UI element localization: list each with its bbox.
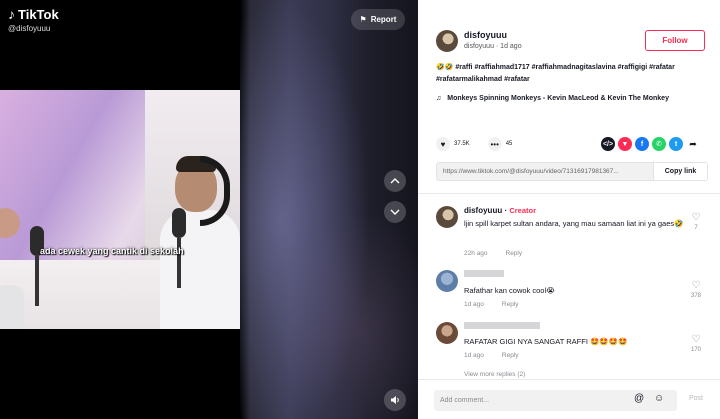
comment-time: 1d ago <box>464 352 484 359</box>
comment-like-count: 7 <box>694 225 698 231</box>
like-button[interactable]: ♥ <box>436 137 450 151</box>
music-title: Monkeys Spinning Monkeys - Kevin MacLeod… <box>447 95 669 102</box>
facebook-icon[interactable]: f <box>635 137 649 151</box>
brand-name: TikTok <box>18 6 59 22</box>
heart-outline-icon: ♡ <box>691 212 701 223</box>
view-more-replies[interactable]: View more replies (2) <box>464 371 525 378</box>
reply-link[interactable]: Reply <box>502 301 519 308</box>
comment-time: 22h ago <box>464 250 488 257</box>
next-video-button[interactable] <box>384 201 406 223</box>
flag-icon: ⚑ <box>359 15 367 24</box>
comment-icon: ••• <box>490 139 499 149</box>
report-label: Report <box>370 15 397 24</box>
mic-stand-left <box>35 256 39 306</box>
follow-button[interactable]: Follow <box>645 30 705 51</box>
microphone-right <box>172 208 186 238</box>
comment-like-count: 378 <box>690 293 701 299</box>
comment-item: Rafathar kan cowok cool😭 1d ago Reply ♡ … <box>436 270 708 312</box>
comment-meta: 1d ago Reply <box>464 301 519 308</box>
comment-count: 45 <box>505 141 513 147</box>
mention-icon[interactable]: @ <box>634 393 644 404</box>
video-url[interactable]: https://www.tiktok.com/@disfoyuuu/video/… <box>437 168 653 175</box>
commenter-username: disfoyuuu <box>464 206 503 215</box>
comment-time: 1d ago <box>464 301 484 308</box>
video-child-head <box>0 208 20 238</box>
like-count: 37.5K <box>454 141 470 147</box>
forward-icon[interactable]: ➦ <box>686 137 700 151</box>
tiktok-video-page: ♪ TikTok @disfoyuuu ada cewek yang canti… <box>0 0 720 419</box>
video-child-body <box>0 285 24 329</box>
comment-text: Rafathar kan cowok cool😭 <box>464 286 555 295</box>
tiktok-note-icon: ♪ <box>8 6 15 22</box>
video-info-panel: disfoyuuu disfoyuuu · 1d ago Follow 🤣🤣 #… <box>418 0 720 419</box>
share-buttons: </> ▼ f ✆ t ➦ <box>601 137 700 151</box>
report-button[interactable]: ⚑ Report <box>351 9 405 30</box>
heart-icon: ♥ <box>440 139 446 149</box>
music-link[interactable]: ♫ Monkeys Spinning Monkeys - Kevin MacLe… <box>436 93 708 105</box>
chevron-down-icon <box>390 209 400 215</box>
tiktok-logo[interactable]: ♪ TikTok <box>8 6 59 22</box>
comment-like[interactable]: ♡ 170 <box>684 334 708 353</box>
heart-outline-icon: ♡ <box>691 280 701 291</box>
video-link-box: https://www.tiktok.com/@disfoyuuu/video/… <box>436 162 708 181</box>
video-description: 🤣🤣 #raffi #raffiahmad1717 #raffiahmadnag… <box>436 64 675 83</box>
comment-composer: Add comment... @ ☺ Post <box>418 379 720 419</box>
twitter-icon[interactable]: t <box>669 137 683 151</box>
video-player[interactable]: ♪ TikTok @disfoyuuu ada cewek yang canti… <box>0 0 418 419</box>
comment-meta: 1d ago Reply <box>464 352 519 359</box>
commenter-name[interactable]: disfoyuuu · Creator <box>464 206 536 215</box>
music-note-icon: ♫ <box>436 95 442 102</box>
commenter-avatar[interactable] <box>436 206 458 228</box>
comment-item: RAFATAR GIGI NYA SANGAT RAFFI 🤩🤩🤩🤩 1d ag… <box>436 322 708 366</box>
author-avatar[interactable] <box>436 30 458 52</box>
video-frame: ada cewek yang cantik di sekolah <box>0 90 240 329</box>
heart-outline-icon: ♡ <box>691 334 701 345</box>
comment-like[interactable]: ♡ 378 <box>684 280 708 299</box>
post-button[interactable]: Post <box>689 395 703 402</box>
reply-link[interactable]: Reply <box>506 250 523 257</box>
comment-text: RAFATAR GIGI NYA SANGAT RAFFI 🤩🤩🤩🤩 <box>464 337 628 346</box>
comment-like-count: 170 <box>690 347 701 353</box>
comment-button[interactable]: ••• <box>487 137 502 151</box>
section-divider <box>418 193 720 194</box>
author-subtitle: disfoyuuu · 1d ago <box>464 43 522 50</box>
author-username[interactable]: disfoyuuu <box>464 30 507 40</box>
reply-link[interactable]: Reply <box>502 352 519 359</box>
commenter-avatar[interactable] <box>436 270 458 292</box>
comment-like[interactable]: ♡ 7 <box>684 212 708 231</box>
speaker-icon <box>390 396 399 404</box>
video-caption: ada cewek yang cantik di sekolah <box>40 246 184 256</box>
whatsapp-icon[interactable]: ✆ <box>652 137 666 151</box>
embed-icon[interactable]: </> <box>601 137 615 151</box>
redacted-username <box>464 322 540 329</box>
engagement-bar: ♥ 37.5K ••• 45 <box>436 137 512 151</box>
comment-text: ljin spill karpet sultan andara, yang ma… <box>464 219 684 228</box>
chevron-up-icon <box>390 178 400 184</box>
previous-video-button[interactable] <box>384 170 406 192</box>
video-watermark-handle: @disfoyuuu <box>8 24 51 33</box>
copy-link-button[interactable]: Copy link <box>653 163 707 180</box>
volume-button[interactable] <box>384 389 406 411</box>
comment-meta: 22h ago Reply <box>464 250 522 257</box>
creator-badge: Creator <box>509 206 537 215</box>
emoji-icon[interactable]: ☺ <box>654 393 664 404</box>
send-icon[interactable]: ▼ <box>618 137 632 151</box>
redacted-username <box>464 270 504 277</box>
commenter-avatar[interactable] <box>436 322 458 344</box>
comment-item: disfoyuuu · Creator ljin spill karpet su… <box>436 206 708 262</box>
